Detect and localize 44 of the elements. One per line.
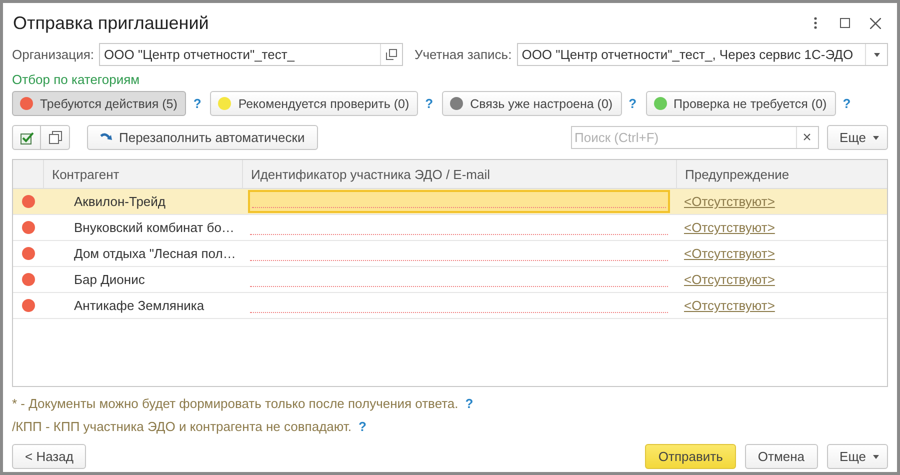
organization-field[interactable]: ООО "Центр отчетности"_тест_ (99, 43, 404, 66)
caret-icon (874, 52, 880, 56)
copy-icon (48, 131, 62, 144)
table-cell: Аквилон-Трейд (43, 189, 242, 215)
check-list-icon (20, 130, 34, 144)
help-link[interactable]: ? (425, 96, 434, 111)
organization-label: Организация: (12, 47, 94, 62)
warning-link[interactable]: <Отсутствуют> (684, 246, 775, 261)
footnote-text: /КПП - КПП участника ЭДО и контрагента не совпадают. (12, 418, 352, 434)
account-field[interactable]: ООО "Центр отчетности"_тест_, Через сервис 1С-ЭДО (516, 43, 888, 66)
help-link[interactable]: ? (628, 96, 637, 111)
footnote-text: * - Документы можно будет формировать только после получения ответа. (12, 396, 458, 410)
column-header[interactable]: Идентификатор участника ЭДО / E-mail (242, 160, 676, 189)
back-button[interactable]: < Назад (12, 444, 86, 469)
menu-icon (814, 17, 816, 29)
warning-link[interactable]: <Отсутствуют> (684, 220, 775, 235)
cancel-button[interactable]: Отмена (744, 444, 818, 469)
filter-button[interactable]: Требуются действия (5) (12, 91, 186, 116)
account-label: Учетная запись: (414, 47, 512, 62)
maximize-icon (840, 18, 850, 28)
caret-icon (873, 136, 879, 140)
warning-link[interactable]: <Отсутствуют> (684, 298, 775, 313)
help-link[interactable]: ? (193, 96, 202, 111)
send-button[interactable]: Отправить (645, 444, 736, 469)
help-link[interactable]: ? (465, 396, 474, 410)
filter-button[interactable]: Рекомендуется проверить (0) (210, 91, 418, 116)
window-title: Отправка приглашений (12, 12, 210, 34)
filter-heading: Отбор по категориям (12, 72, 141, 88)
warning-link[interactable]: <Отсутствуют> (684, 272, 775, 287)
close-icon (870, 18, 880, 28)
help-link[interactable]: ? (842, 96, 851, 111)
caret-icon (873, 454, 879, 458)
column-header[interactable]: Предупреждение (676, 160, 887, 189)
column-header[interactable]: Контрагент (43, 160, 242, 189)
help-link[interactable]: ? (358, 418, 366, 434)
more-button[interactable]: Еще (826, 444, 888, 469)
uncheck-all-button[interactable] (41, 125, 70, 150)
check-all-button[interactable] (12, 125, 41, 150)
open-window-icon (386, 49, 398, 60)
more-button[interactable]: Еще (826, 125, 888, 150)
search-field[interactable]: Поиск (Ctrl+F) × (570, 126, 819, 149)
filter-button[interactable]: Связь уже настроена (0) (442, 91, 622, 116)
filter-button[interactable]: Проверка не требуется (0) (646, 91, 836, 116)
refill-button[interactable]: Перезаполнить автоматически (87, 125, 318, 150)
